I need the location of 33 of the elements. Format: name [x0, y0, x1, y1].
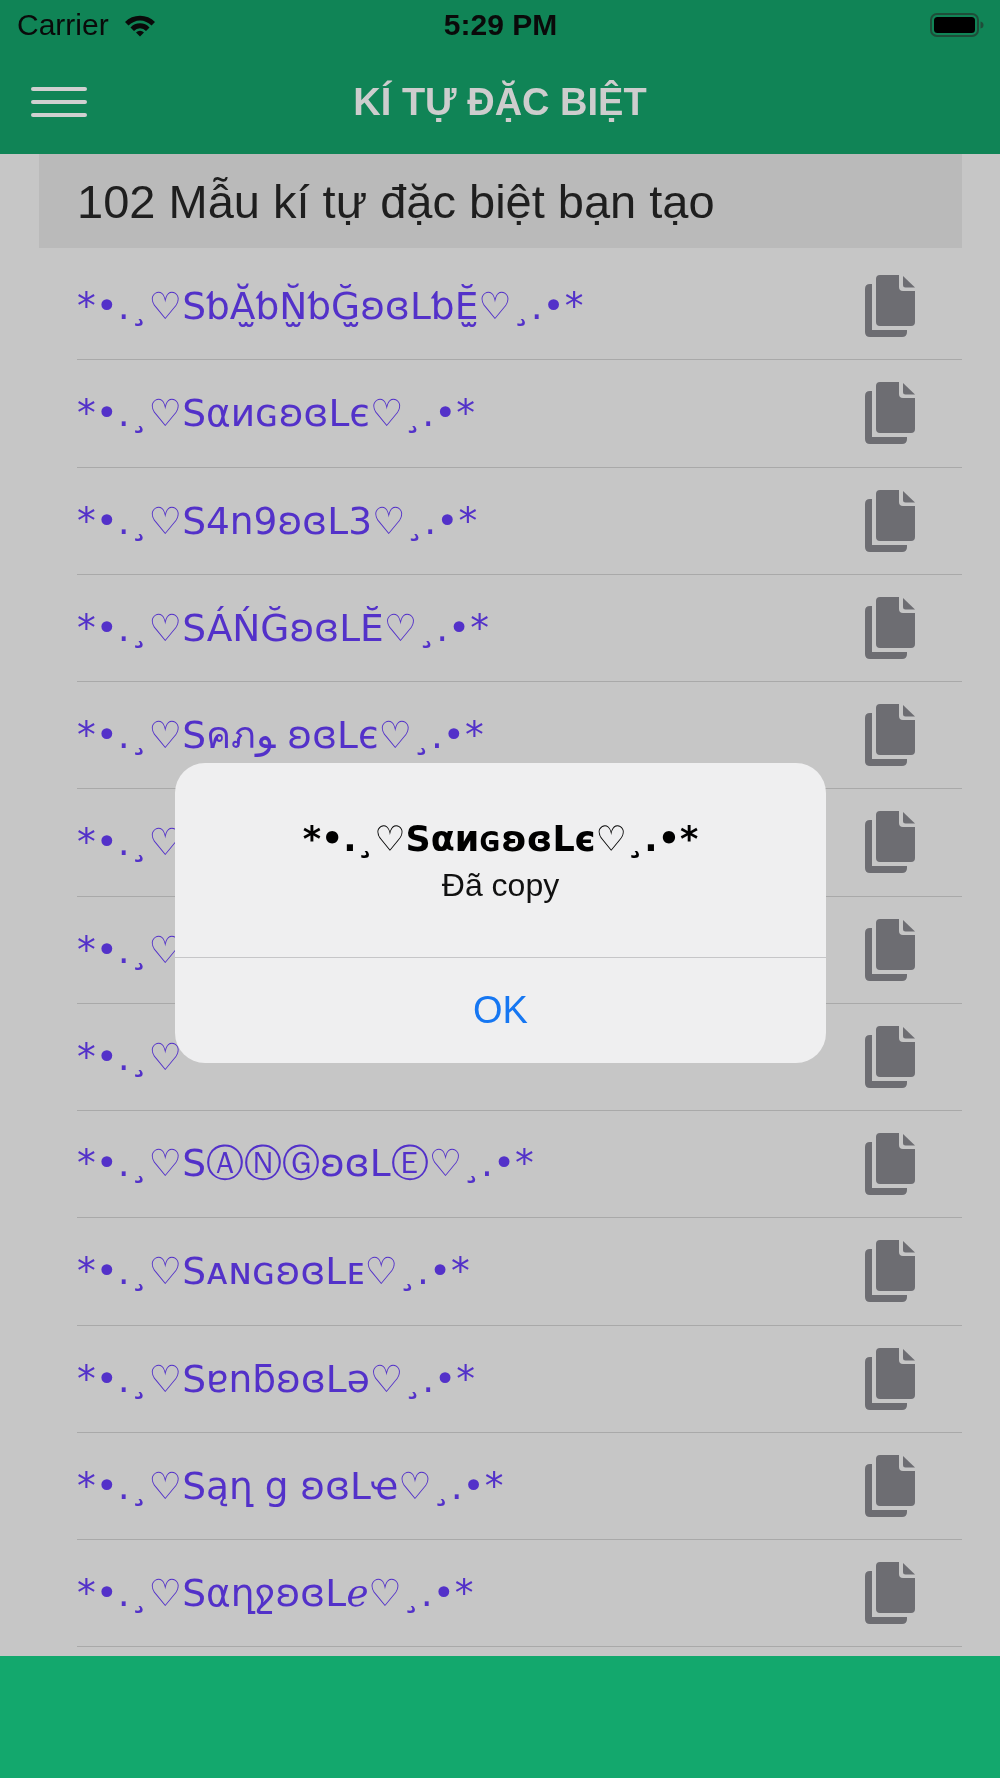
- battery-icon: [930, 13, 984, 37]
- alert-title: *•.¸♡SαиɢʚɞLє♡¸.•*: [302, 818, 699, 859]
- copy-icon[interactable]: [865, 275, 915, 338]
- list-header: 102 Mẫu kí tự đặc biệt bạn tạo: [39, 154, 962, 248]
- special-text: *•.¸♡SɐnƃʚɞLǝ♡¸.•*: [77, 1356, 475, 1401]
- special-text: *•.¸♡SⒶⓃⒼʚɞLⒺ♡¸.•*: [77, 1140, 534, 1188]
- wifi-icon: [123, 13, 156, 37]
- status-time: 5:29 PM: [443, 8, 558, 42]
- copy-icon[interactable]: [865, 489, 915, 552]
- alert-message: Đã copy: [441, 866, 560, 904]
- copy-icon[interactable]: [865, 1240, 915, 1303]
- special-text: *•.¸♡SαղջʚɞLℯ♡¸.•*: [77, 1571, 474, 1616]
- special-text: *•.¸♡SαиɢʚɞLє♡¸.•*: [77, 391, 476, 436]
- copy-icon[interactable]: [865, 1025, 915, 1088]
- special-text: *•.¸♡S4n9ʚɞL3♡¸.•*: [77, 498, 478, 543]
- copy-icon[interactable]: [865, 596, 915, 659]
- copy-icon[interactable]: [865, 811, 915, 874]
- nav-title: KÍ TỰ ĐẶC BIỆT: [353, 80, 647, 124]
- copy-icon[interactable]: [865, 382, 915, 445]
- special-text: *•.¸♡Sคภﻮ ʚɞLє♡¸.•*: [77, 712, 484, 760]
- menu-icon[interactable]: [31, 87, 87, 117]
- special-text: *•.¸♡SᴀɴɢʚɞLᴇ♡¸.•*: [77, 1249, 470, 1294]
- special-text: *•.¸♡SƅĂ̫ƅN̫̆ƅĞ̫ʚɞLƅĔ̫♡¸.•*: [77, 284, 584, 329]
- copy-icon[interactable]: [865, 1454, 915, 1517]
- copy-icon[interactable]: [865, 1562, 915, 1625]
- special-text: *•.¸♡: [77, 820, 183, 865]
- carrier-label: Carrier: [17, 8, 109, 42]
- copy-icon[interactable]: [865, 1133, 915, 1196]
- copy-icon[interactable]: [865, 918, 915, 981]
- copy-icon[interactable]: [865, 704, 915, 767]
- copy-icon[interactable]: [865, 1347, 915, 1410]
- special-text: *•.¸♡SÁŃĞʚɞLĔ♡¸.•*: [77, 605, 489, 650]
- special-text: *•.¸♡Sąղ ց ʚɞLҽ♡¸.•*: [77, 1463, 504, 1508]
